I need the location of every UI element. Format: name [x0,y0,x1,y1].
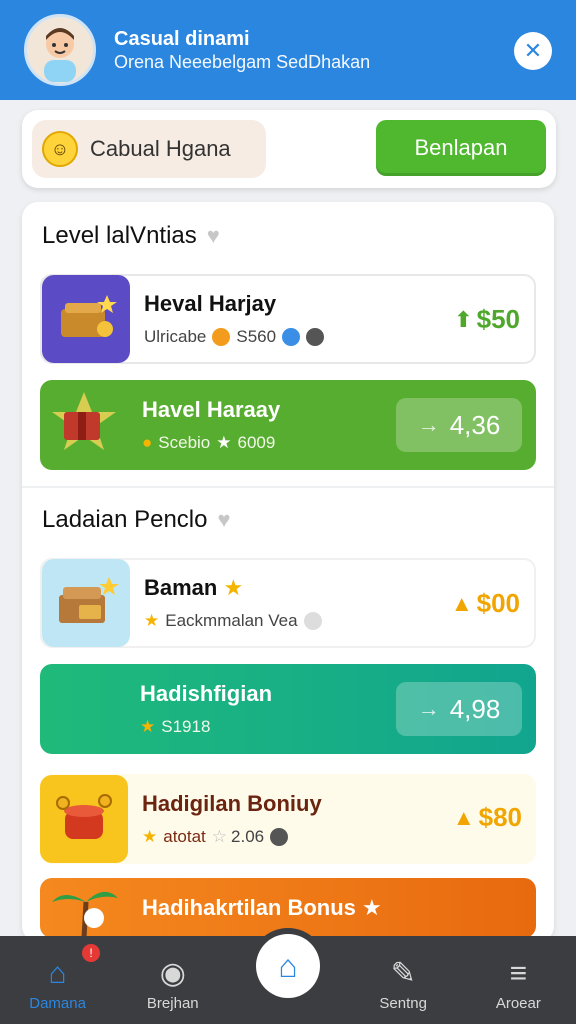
star-icon: ★ [362,895,382,920]
bonus-box-icon [40,775,128,863]
treasure-icon [42,275,130,363]
app-header: Casual dinami Orena Neeebelgam SedDhakan… [0,0,576,100]
item-price: ▲ $80 [453,802,522,833]
palm-tree-icon [40,878,128,938]
coin-icon: ● [142,433,153,452]
section-title: Ladaian Penclo ♥ [42,506,231,534]
nav-item-shield[interactable]: ◉ Brejhan [123,957,223,1012]
item-title: Hadigilan Boniuy [142,791,322,816]
arrow-right-icon: → [417,696,440,721]
item-subtitle-text: S1918 [161,717,211,736]
item-subtitle: ★ S1918 [140,717,272,737]
avatar[interactable] [24,14,96,86]
info-icon [306,328,325,346]
heart-icon[interactable]: ♥ [217,507,230,533]
info-icon [303,612,322,630]
section-title-text: Ladaian Penclo [42,506,208,533]
star-icon: ★ [140,717,156,736]
item-meta: 6009 [237,433,276,452]
arrow-up-icon: ⬆ [454,306,473,332]
item-subtitle-text: Ulricabe [144,327,207,346]
divider [22,486,554,488]
item-meta: 2.06 [231,827,265,846]
section-title: Level lalVntias ♥ [42,222,220,250]
top-card: ☺ Cabual Hgana Benlapan [22,110,556,188]
amount-box[interactable]: → 4,36 [396,398,522,452]
item-subtitle-text: Scebio [158,433,211,452]
item-subtitle: Ulricabe S560 [144,327,325,347]
nav-item-label: Brejhan [146,995,199,1012]
amount-value: 4,98 [449,693,501,724]
close-button[interactable]: ✕ [514,32,552,70]
amount-box[interactable]: → 4,98 [396,682,522,736]
list-item[interactable]: Baman ★ ★ Eackmmalan Vea ▲ $00 [40,558,536,648]
item-subtitle: ★ atotat ☆ 2.06 [142,827,322,847]
gift-box-icon [40,381,128,469]
item-price-value: $50 [476,304,520,334]
item-price-value: $00 [476,588,520,618]
nav-item-chat[interactable]: ✎ Sentng [353,957,453,1012]
main-panel: Level lalVntias ♥ Heval Harjay Ulricabe … [22,202,554,942]
header-title: Casual dinami [114,28,250,50]
list-item[interactable]: Hadihakrtilan Bonus ★ [40,878,536,938]
home-icon: ⌂ [278,947,298,984]
nav-item-label: Aroear [495,995,541,1012]
thumbs-up-icon: ▲ [452,804,475,830]
thumbs-up-icon: ▲ [450,590,473,616]
shield-icon: ◉ [159,957,186,990]
home-icon: ⌂ [48,957,67,990]
primary-action-button[interactable]: Benlapan [376,120,546,176]
heart-icon[interactable]: ♥ [207,223,220,249]
item-subtitle-text: atotat [163,827,206,846]
list-item[interactable]: Hadishfigian ★ S1918 → 4,98 [40,664,536,754]
item-subtitle-text: Eackmmalan Vea [165,611,298,630]
item-title: Hadishfigian [140,681,273,706]
notification-badge: ! [82,944,100,962]
player-pill[interactable]: ☺ Cabual Hgana [32,120,266,178]
coin-icon [212,328,231,346]
item-title: Baman ★ [144,575,322,601]
list-item[interactable]: Hadigilan Boniuy ★ atotat ☆ 2.06 ▲ $80 [40,774,536,864]
star-icon: ★ [144,611,160,630]
chat-icon: ✎ [390,957,416,990]
nav-item-menu[interactable]: ≡ Aroear [468,957,568,1012]
nav-item-label: Sentng [379,995,427,1012]
player-pill-label: Cabual Hgana [90,136,231,161]
star-icon: ★ [223,575,244,600]
menu-icon: ≡ [509,957,528,990]
item-price-value: $80 [478,802,522,832]
item-price: ⬆ $50 [454,304,520,335]
item-title: Havel Haraay [142,397,281,422]
item-subtitle: ★ Eackmmalan Vea [144,611,322,631]
bottom-nav: ⌂ Damana ! ◉ Brejhan • ✎ Sentng ≡ Aroear… [0,934,576,1024]
nav-item-home[interactable]: ⌂ Damana [8,957,108,1012]
star-outline-icon: ☆ [211,827,228,846]
item-meta: S560 [236,327,277,346]
item-title: Hadihakrtilan Bonus ★ [142,895,382,921]
smiley-icon: ☺ [42,131,78,167]
avatar-icon [44,28,76,82]
gem-icon [282,328,301,346]
star-icon: ★ [142,827,158,846]
info-icon [270,828,289,846]
list-item[interactable]: Havel Haraay ● Scebio ★ 6009 → 4,36 [40,380,536,470]
nav-item-label: Damana [29,995,86,1012]
section-title-text: Level lalVntias [42,222,197,249]
amount-value: 4,36 [449,409,501,440]
close-icon: ✕ [523,38,543,63]
star-icon: ★ [216,433,232,452]
item-title: Heval Harjay [144,291,277,316]
home-fab-button[interactable]: ⌂ [256,934,320,998]
item-subtitle: ● Scebio ★ 6009 [142,433,280,453]
treasure-chest-icon [42,559,130,647]
item-price: ▲ $00 [451,588,520,619]
item-title-text: Baman [144,575,218,600]
list-item[interactable]: Heval Harjay Ulricabe S560 ⬆ $50 [40,274,536,364]
item-title-text: Hadihakrtilan Bonus [142,895,356,920]
arrow-right-icon: → [417,412,440,437]
header-subtitle: Orena Neeebelgam SedDhakan [114,52,371,72]
